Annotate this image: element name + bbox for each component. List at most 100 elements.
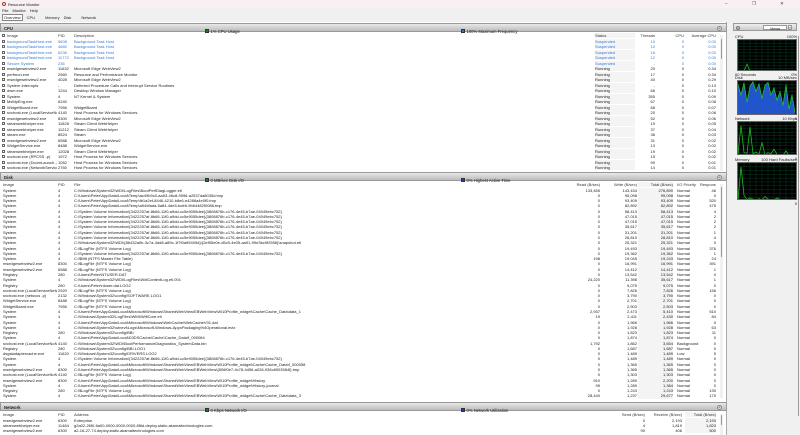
- cpu-row[interactable]: MsMpEng.exe 6240 Running 67 0 0.08: [0, 99, 719, 105]
- row-checkbox[interactable]: [1, 116, 5, 120]
- cpu-row[interactable]: msedgewebview2.exe 6588 Microsoft Edge Web…: [0, 137, 719, 143]
- cpu-row[interactable]: perfmon.exe 2560 Resource and Performance …: [0, 71, 719, 77]
- menu-monitor[interactable]: Monitor: [12, 8, 25, 13]
- disk-column-io-priority[interactable]: I/O Priority: [677, 182, 702, 187]
- row-checkbox[interactable]: [1, 133, 5, 137]
- disk-section-header[interactable]: Disk 0 MB/sec Disk I/O 0% Highest Active…: [0, 172, 727, 183]
- views-button[interactable]: Views: [763, 25, 787, 31]
- tab-network[interactable]: Network: [81, 15, 96, 20]
- menu-help[interactable]: Help: [30, 8, 38, 13]
- expand-graphs-button[interactable]: ›: [736, 25, 740, 30]
- cpu-section-header[interactable]: CPU 1% CPU Usage 100% Maximum Frequency …: [0, 23, 727, 34]
- row-checkbox[interactable]: [1, 45, 5, 49]
- network-scrollbar[interactable]: [720, 414, 723, 435]
- disk-column-response-time[interactable]: Response Time ...: [700, 182, 716, 187]
- cpu-row[interactable]: msedgewebview2.exe 4028 Microsoft Edge Web…: [0, 77, 719, 83]
- row-checkbox[interactable]: [1, 67, 5, 71]
- collapse-disk-button[interactable]: ⌃: [717, 175, 722, 180]
- status: Running: [595, 165, 635, 171]
- row-checkbox[interactable]: [1, 94, 5, 98]
- cpu-row[interactable]: steam.exe 8524 Steam Running 36 0 0.03: [0, 132, 719, 138]
- collapse-network-button[interactable]: ⌃: [717, 405, 722, 410]
- cpu-column-threads[interactable]: Threads: [635, 33, 655, 38]
- tab-cpu[interactable]: CPU: [27, 15, 35, 20]
- status: Running: [595, 154, 635, 160]
- disk-column-pid[interactable]: PID: [58, 182, 73, 187]
- cpu-row[interactable]: Secure System 236 Suspended - 0 0.00: [0, 60, 719, 66]
- tab-overview[interactable]: Overview: [2, 13, 23, 21]
- cpu-row[interactable]: System Interrupts - Deferred Procedure Cal…: [0, 82, 719, 88]
- cpu-row[interactable]: svchost.exe (NetworkService... 2760 Host P…: [0, 165, 719, 171]
- row-checkbox[interactable]: [1, 39, 5, 43]
- close-button[interactable]: ✕: [780, 1, 784, 7]
- disk-scrollbar[interactable]: [720, 184, 723, 398]
- cpu-row[interactable]: svchost.exe (DcomLaunch -p) 1052 Host Proc…: [0, 159, 719, 165]
- cpu-row[interactable]: backgroundTaskHost.exe 4660 Background Tas…: [0, 44, 719, 50]
- cpu-row[interactable]: msedgewebview2.exe 8300 Microsoft Edge Web…: [0, 115, 719, 121]
- row-checkbox[interactable]: [1, 56, 5, 60]
- menu-file[interactable]: File: [2, 8, 8, 13]
- tab-disk[interactable]: Disk: [64, 15, 72, 20]
- network-section-header[interactable]: Network 0 Kbps Network I/O 0% Network Ut…: [0, 402, 727, 413]
- cpu-column-description[interactable]: Description: [74, 33, 274, 38]
- network-column-image[interactable]: Image: [3, 412, 57, 417]
- row-checkbox[interactable]: [1, 50, 5, 54]
- row-checkbox[interactable]: [1, 111, 5, 115]
- network-column-total[interactable]: Total (B/sec): [685, 412, 716, 418]
- cpu-column-average-cpu[interactable]: Average CPU: [688, 33, 716, 38]
- cpu-row[interactable]: backgroundTaskHost.exe 6236 Background Tas…: [0, 49, 719, 55]
- row-checkbox[interactable]: [1, 149, 5, 153]
- row-checkbox[interactable]: [1, 122, 5, 126]
- row-checkbox[interactable]: [1, 89, 5, 93]
- network-column-send[interactable]: Send (B/sec): [615, 412, 645, 417]
- cpu-row[interactable]: WidgetBoard.exe 7956 WidgetBoard Running 68 0…: [0, 104, 719, 110]
- cpu-row[interactable]: steamwebhelper.exe 11628 Steam Client WebH…: [0, 121, 719, 127]
- row-checkbox[interactable]: [1, 100, 5, 104]
- row-checkbox[interactable]: [1, 105, 5, 109]
- cpu-row[interactable]: WidgetService.exe 8488 WidgetService.exe Ru…: [0, 143, 719, 149]
- views-dropdown-icon[interactable]: ▾: [788, 25, 792, 31]
- tab-memory[interactable]: Memory: [45, 15, 59, 20]
- cpu-row[interactable]: svchost.exe (LocalServiceNo... 4140 Host P…: [0, 110, 719, 116]
- cpu-column-image[interactable]: Image: [7, 33, 57, 38]
- disk-column-read[interactable]: Read (B/sec): [565, 182, 600, 187]
- row-checkbox[interactable]: [1, 160, 5, 164]
- cpu: 0: [681, 66, 684, 71]
- cpu-row[interactable]: steamwebhelper.exe 12028 Steam Client WebH…: [0, 148, 719, 154]
- cpu-column-status[interactable]: Status: [595, 33, 635, 39]
- row-checkbox[interactable]: [1, 78, 5, 82]
- network-column-pid[interactable]: PID: [58, 412, 73, 417]
- row-checkbox[interactable]: [1, 138, 5, 142]
- select-all-checkbox[interactable]: [1, 34, 5, 38]
- cpu-scrollbar[interactable]: [720, 35, 723, 171]
- cpu-row[interactable]: System 4 NT Kernel & System Running 355 0 0.09: [0, 93, 719, 99]
- row-checkbox[interactable]: [1, 72, 5, 76]
- description: Microsoft Edge WebView2: [74, 77, 121, 82]
- cpu-row[interactable]: dwm.exe 1244 Desktop Window Manager Running…: [0, 88, 719, 94]
- restore-button[interactable]: ❐: [752, 1, 756, 7]
- row-checkbox[interactable]: [1, 83, 5, 87]
- row-checkbox[interactable]: [1, 127, 5, 131]
- row-checkbox[interactable]: [1, 61, 5, 65]
- collapse-cpu-button[interactable]: ⌃: [717, 26, 722, 31]
- cpu-column-pid[interactable]: PID: [58, 33, 73, 38]
- row-checkbox[interactable]: [1, 155, 5, 159]
- cpu-row[interactable]: backgroundTaskHost.exe 11772 Background Ta…: [0, 55, 719, 61]
- minimize-button[interactable]: –: [725, 1, 728, 6]
- row-checkbox[interactable]: [1, 166, 5, 170]
- cpu-row[interactable]: steamwebhelper.exe 11212 Steam Client WebH…: [0, 126, 719, 132]
- disk-column-image[interactable]: Image: [3, 182, 57, 187]
- cpu-row[interactable]: msedgewebview2.exe 11632 Microsoft Edge We…: [0, 66, 719, 72]
- cpu-column-cpu[interactable]: CPU: [660, 33, 684, 38]
- row-checkbox[interactable]: [1, 144, 5, 148]
- network-column-receive[interactable]: Receive (B/sec): [650, 412, 682, 417]
- cpu-row[interactable]: backgroundTaskHost.exe 5608 Background Tas…: [0, 38, 719, 44]
- graph-memory: Memory 100 Hard Faults/sec 0: [735, 157, 799, 206]
- network-column-address[interactable]: Address: [74, 412, 374, 417]
- disk-row[interactable]: System 4 C:\Users\Peter\AppData\Local\Micr…: [0, 393, 719, 399]
- disk-column-write[interactable]: Write (B/sec): [602, 182, 637, 187]
- network-row[interactable]: msedgewebview2.exe 6300 a2-16-27-74.deploy…: [0, 428, 719, 434]
- cpu-row[interactable]: svchost.exe (RPCSS -p) 1972 Host Process f…: [0, 154, 719, 160]
- disk-column-total[interactable]: Total (B/sec): [638, 182, 673, 188]
- disk-column-file[interactable]: File: [74, 182, 554, 187]
